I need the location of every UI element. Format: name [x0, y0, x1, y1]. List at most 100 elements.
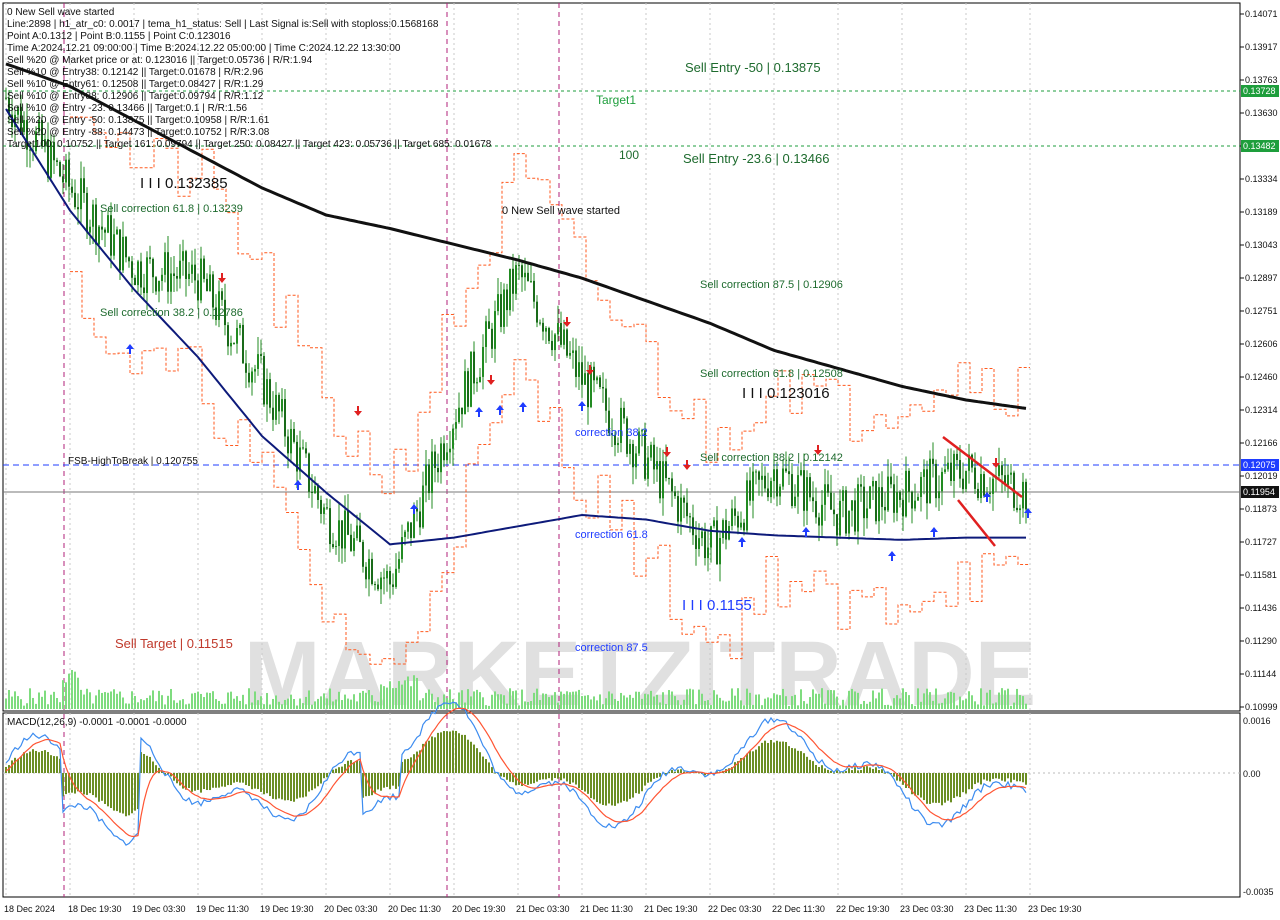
volume-bar [137, 702, 139, 709]
candle-body [719, 538, 721, 565]
candle-body [440, 443, 442, 473]
volume-bar [764, 698, 766, 709]
volume-bar [356, 701, 358, 709]
volume-bar [293, 699, 295, 709]
candle-body [302, 447, 304, 449]
volume-bar [320, 696, 322, 709]
macd-hist-bar [266, 773, 268, 794]
macd-hist-bar [311, 773, 313, 791]
volume-bar [626, 697, 628, 709]
volume-bar [896, 695, 898, 709]
macd-hist-bar [434, 737, 436, 773]
point-c-label: I I I 0.123016 [742, 385, 830, 402]
candle-body [581, 362, 583, 385]
macd-hist-bar [320, 773, 322, 784]
macd-panel[interactable] [2, 712, 1241, 898]
volume-bar [788, 705, 790, 709]
macd-hist-bar [980, 773, 982, 785]
macd-hist-bar [230, 773, 232, 786]
macd-hist-bar [14, 757, 16, 773]
volume-bar [485, 705, 487, 709]
chart-canvas[interactable]: MARKETZITRADE Sell Entry -50 | 0.13875 T… [0, 0, 1280, 920]
candle-body [974, 467, 976, 489]
volume-bar [596, 700, 598, 709]
candle-body [254, 368, 256, 372]
volume-bar [461, 690, 463, 709]
macd-hist-bar [632, 773, 634, 798]
volume-bar [899, 698, 901, 709]
volume-bar [509, 688, 511, 709]
candle-body [329, 508, 331, 545]
volume-bar [11, 696, 13, 709]
macd-hist-bar [554, 773, 556, 779]
macd-hist-bar [758, 746, 760, 773]
macd-hist-bar [776, 740, 778, 773]
candle-body [386, 570, 388, 579]
volume-bar [89, 692, 91, 709]
macd-hist-bar [953, 773, 955, 798]
macd-hist-bar [80, 773, 82, 792]
macd-hist-bar [926, 773, 928, 804]
volume-bar [869, 701, 871, 709]
macd-hist-bar [836, 770, 838, 773]
volume-bar [308, 690, 310, 709]
candle-body [698, 538, 700, 550]
candle-body [335, 546, 337, 548]
candle-body [98, 226, 100, 245]
macd-label: MACD(12,26,9) -0.0001 -0.0001 -0.0000 [7, 717, 187, 728]
volume-bar [689, 688, 691, 709]
candle-body [617, 442, 619, 446]
candle-body [866, 508, 868, 519]
volume-bar [617, 700, 619, 709]
macd-hist-bar [566, 773, 568, 782]
macd-hist-bar [590, 773, 592, 799]
candle-body [794, 496, 796, 507]
macd-hist-bar [794, 748, 796, 773]
volume-bar [695, 704, 697, 709]
volume-bar [767, 697, 769, 709]
volume-bar [401, 684, 403, 709]
volume-bar [872, 690, 874, 709]
candle-body [575, 350, 577, 377]
candle-body [116, 229, 118, 235]
volume-bar [884, 705, 886, 709]
volume-bar [227, 692, 229, 709]
macd-hist-bar [233, 773, 235, 783]
volume-bar [251, 702, 253, 709]
macd-hist-bar [878, 769, 880, 773]
volume-bar [335, 699, 337, 709]
macd-hist-bar [464, 734, 466, 773]
macd-hist-bar [188, 773, 190, 788]
sell-target-label: Sell Target | 0.11515 [115, 636, 233, 651]
candle-body [179, 260, 181, 279]
volume-bar [332, 701, 334, 709]
candle-body [848, 510, 850, 534]
macd-hist-bar [299, 773, 301, 798]
volume-bar [707, 700, 709, 709]
candle-body [119, 229, 121, 271]
macd-hist-bar [323, 773, 325, 779]
time-tick-label: 20 Dec 19:30 [452, 904, 506, 914]
volume-bar [452, 699, 454, 709]
volume-bar [1013, 702, 1015, 709]
macd-hist-bar [317, 773, 319, 787]
volume-bar [824, 703, 826, 709]
volume-bar [845, 705, 847, 709]
candle-body [314, 486, 316, 494]
volume-bar [986, 692, 988, 709]
candle-body [245, 363, 247, 373]
candle-body [497, 294, 499, 312]
volume-bar [290, 694, 292, 709]
info-line-2: Line:2898 | h1_atr_c0: 0.0017 | tema_h1_… [7, 19, 439, 30]
volume-bar [260, 696, 262, 709]
macd-hist-bar [818, 767, 820, 773]
fsb-label: FSB-HighToBreak | 0.120755 [68, 456, 198, 467]
volume-bar [923, 693, 925, 709]
candle-body [683, 497, 685, 503]
macd-hist-bar [326, 773, 328, 778]
macd-hist-bar [845, 771, 847, 773]
macd-hist-bar [38, 752, 40, 773]
candle-body [431, 451, 433, 494]
volume-bar [746, 688, 748, 709]
candle-body [659, 461, 661, 499]
